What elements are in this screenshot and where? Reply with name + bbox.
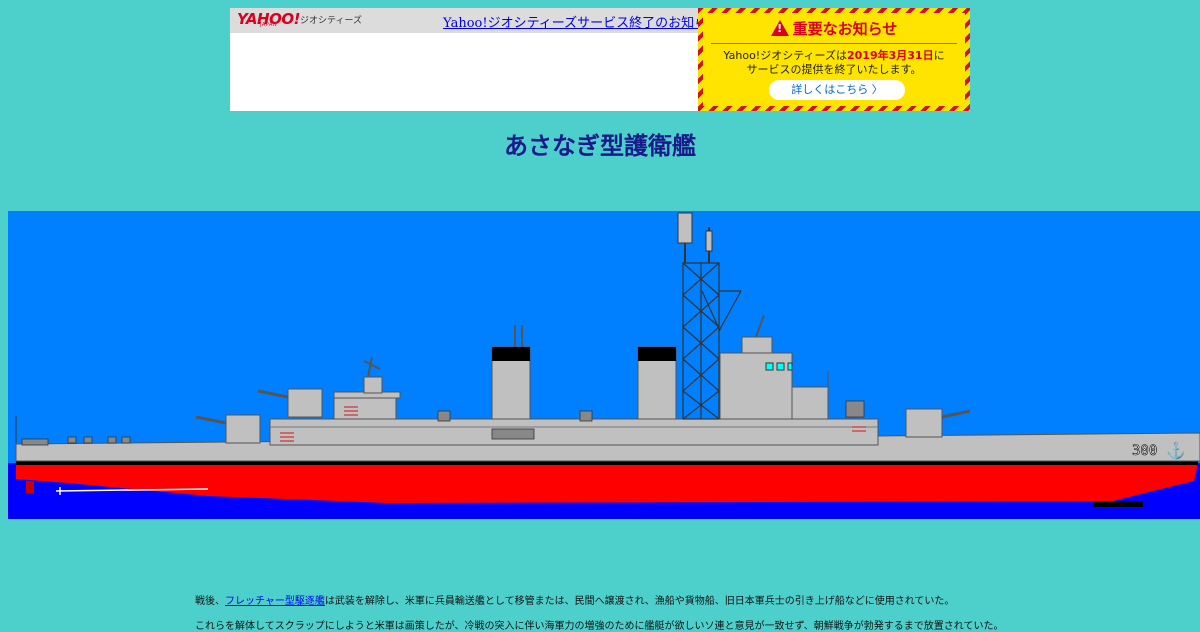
rudder xyxy=(26,481,34,493)
p1-before: 戦後、 xyxy=(195,596,225,607)
service-end-notice-link[interactable]: Yahoo!ジオシティーズサービス終了のお知らせ xyxy=(443,12,720,31)
notice-line2: サービスの提供を終了いたします。 xyxy=(746,63,922,76)
aft-gun-house xyxy=(333,396,397,420)
banner-header-strip: YAHOO! JAPAN ジオシティーズ Yahoo!ジオシティーズサービス終了… xyxy=(230,8,720,33)
hull-number: 300 xyxy=(1132,443,1157,459)
sonar-dome xyxy=(1093,501,1143,507)
notice-divider xyxy=(711,43,957,44)
details-button[interactable]: 詳しくはこちら 〉 xyxy=(769,80,905,100)
notice-title: ! 重要なお知らせ xyxy=(703,18,965,39)
page-title: あさなぎ型護衛艦 xyxy=(504,132,696,160)
geocities-service-label: ジオシティーズ xyxy=(300,16,363,26)
boot-topping xyxy=(16,461,1198,465)
p1-after: は武装を解除し、米軍に兵員輸送艦として移管または、民間へ譲渡され、漁船や貨物船、… xyxy=(324,596,955,607)
warning-icon: ! xyxy=(770,20,789,36)
geocities-banner: YAHOO! JAPAN ジオシティーズ Yahoo!ジオシティーズサービス終了… xyxy=(230,8,970,111)
notice-line1-a: Yahoo!ジオシティーズは xyxy=(723,49,847,62)
fletcher-class-link[interactable]: フレッチャー型駆逐艦 xyxy=(225,596,325,607)
destroyer-illustration: 300 ⚓ xyxy=(8,211,1200,519)
notice-body: Yahoo!ジオシティーズは2019年3月31日に サービスの提供を終了いたしま… xyxy=(703,49,965,77)
notice-title-text: 重要なお知らせ xyxy=(792,20,898,38)
notice-line1-b: に xyxy=(933,49,945,62)
anchor-icon: ⚓ xyxy=(1166,441,1186,460)
yahoo-logo-sub: JAPAN xyxy=(260,22,278,28)
banner-ad-area: YAHOO! JAPAN ジオシティーズ Yahoo!ジオシティーズサービス終了… xyxy=(230,8,720,111)
important-notice-box: ! 重要なお知らせ Yahoo!ジオシティーズは2019年3月31日に サービスの… xyxy=(698,8,970,111)
notice-date: 2019年3月31日 xyxy=(847,49,934,62)
article-paragraph-1: 戦後、フレッチャー型駆逐艦は武装を解除し、米軍に兵員輸送艦として移管または、民間… xyxy=(195,592,954,607)
deckhouse xyxy=(269,418,879,446)
notice-inner: ! 重要なお知らせ Yahoo!ジオシティーズは2019年3月31日に サービスの… xyxy=(703,13,965,106)
